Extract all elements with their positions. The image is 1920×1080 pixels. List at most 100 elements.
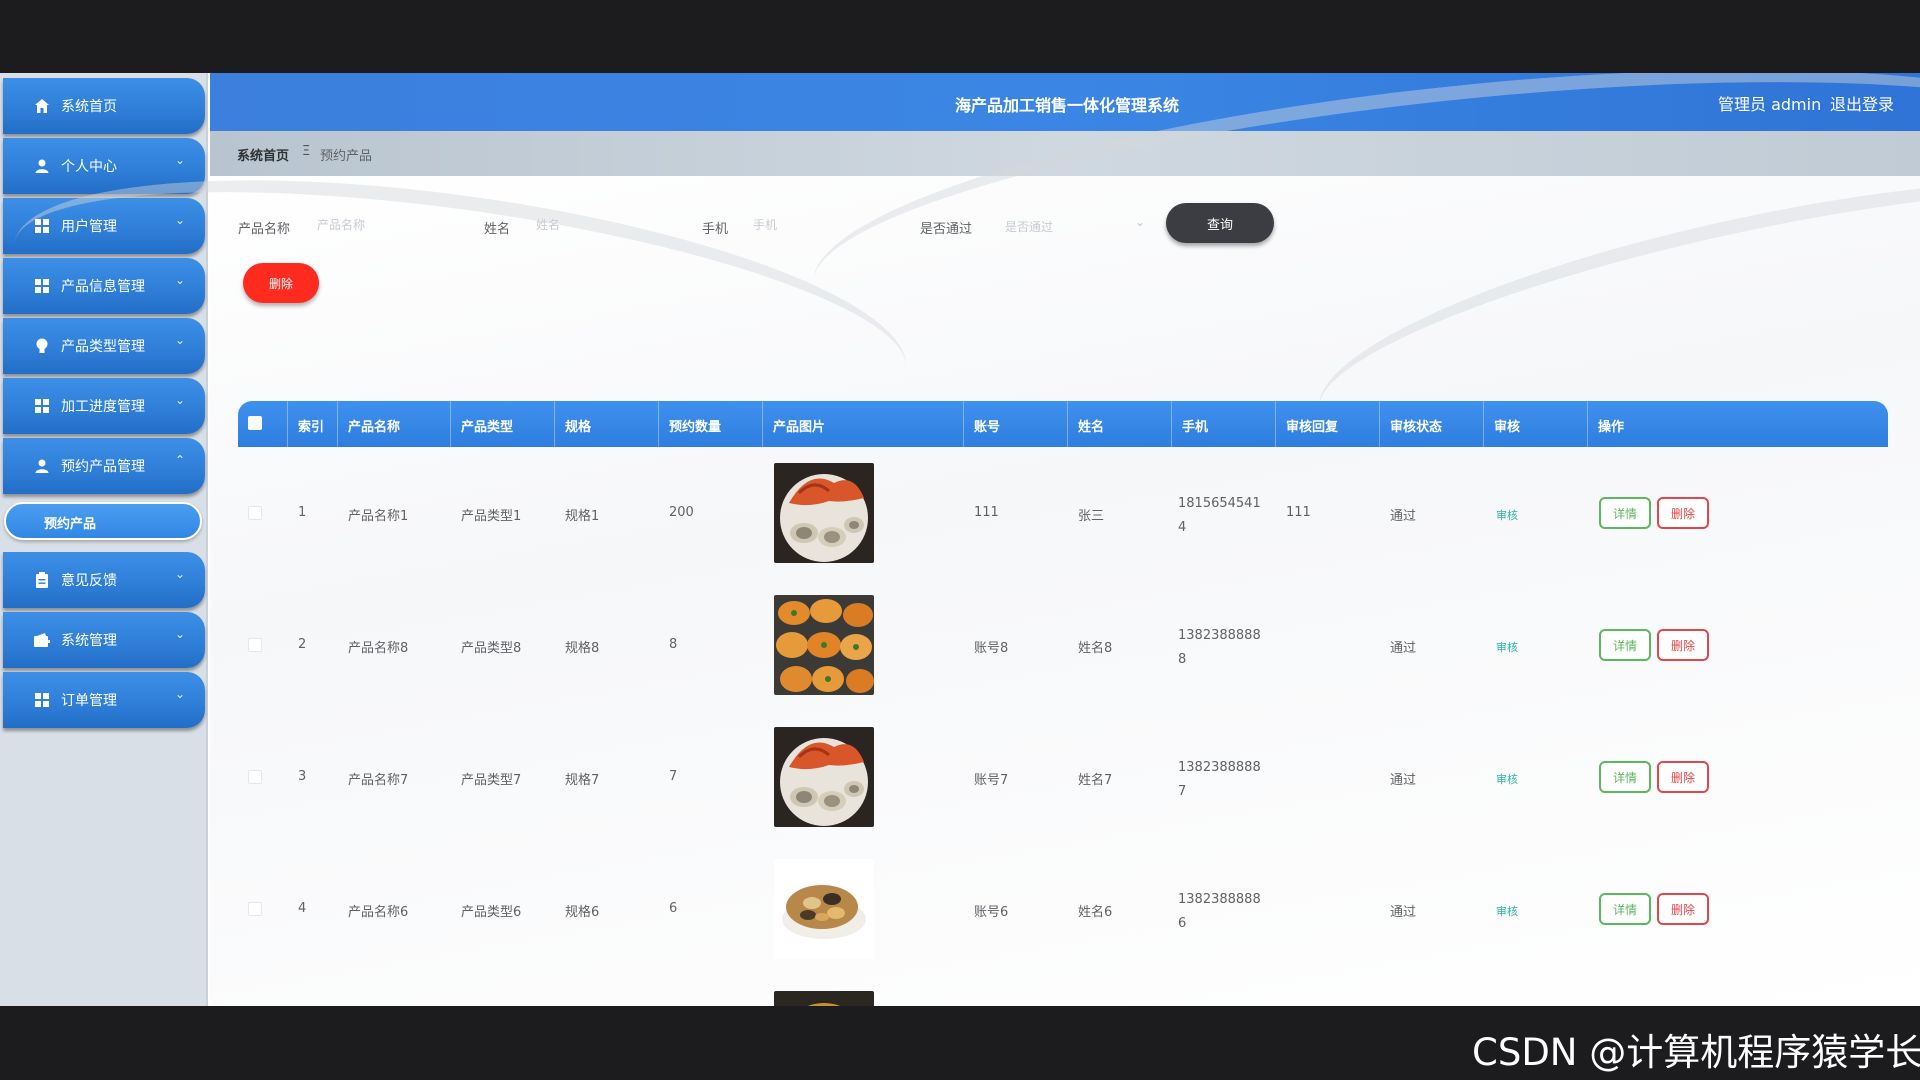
column-header: 账号	[964, 401, 1068, 447]
sidebar-item-label: 意见反馈	[61, 573, 117, 589]
column-header: 手机	[1172, 401, 1276, 447]
sidebar-item-reservation-management[interactable]: 预约产品管理 ⌃	[3, 438, 205, 494]
user-icon	[33, 157, 51, 175]
sidebar-subitem-label: 预约产品	[44, 517, 97, 532]
chevron-down-icon: ⌄	[175, 153, 186, 167]
query-button[interactable]: 查询	[1166, 203, 1274, 243]
cell-person-name: 姓名6	[1078, 905, 1113, 920]
row-checkbox[interactable]	[248, 770, 262, 784]
cell-quantity: 6	[669, 901, 678, 916]
audit-link[interactable]: 审核	[1496, 903, 1518, 919]
product-image	[774, 595, 874, 695]
cell-audit-reply: 111	[1286, 505, 1311, 520]
phone-input[interactable]	[751, 209, 891, 241]
breadcrumb-separator: Ξ	[302, 144, 311, 159]
cell-quantity: 8	[669, 637, 678, 652]
wallet-icon	[33, 631, 51, 649]
cell-spec: 规格1	[565, 509, 600, 524]
approved-label: 是否通过	[920, 222, 973, 237]
breadcrumb-home[interactable]: 系统首页	[237, 145, 289, 164]
detail-button[interactable]: 详情	[1599, 761, 1651, 793]
chevron-down-icon: ⌄	[175, 627, 186, 641]
watermark: CSDN @计算机程序猿学长	[1472, 1031, 1920, 1074]
table-row: 1 产品名称1 产品类型1 规格1 200 111 张三 18156545414 111 通过 审核…	[238, 447, 1888, 579]
row-delete-button[interactable]: 删除	[1657, 761, 1709, 793]
clipboard-icon	[33, 571, 51, 589]
column-header: 姓名	[1068, 401, 1172, 447]
cell-product-name: 产品名称6	[348, 905, 409, 920]
table-row: 5产品名称5产品类型5规格55账号5姓名513823888885通过审核详情删除	[238, 975, 1888, 1006]
column-header: 规格	[555, 401, 659, 447]
sidebar-item-feedback[interactable]: 意见反馈 ⌄	[3, 552, 205, 608]
breadcrumb-current: 预约产品	[320, 149, 373, 164]
sidebar-subitem-reserved-products[interactable]: 预约产品	[4, 502, 202, 540]
row-checkbox[interactable]	[248, 902, 262, 916]
cell-person-name: 姓名8	[1078, 641, 1113, 656]
cell-product-type: 产品类型6	[461, 905, 522, 920]
column-header: 审核回复	[1276, 401, 1380, 447]
sidebar-item-order-management[interactable]: 订单管理 ⌄	[3, 672, 205, 728]
product-image	[774, 991, 874, 1006]
column-header: 索引	[288, 401, 338, 447]
cell-audit-status: 通过	[1390, 773, 1417, 788]
cell-spec: 规格8	[565, 641, 600, 656]
product-name-input[interactable]	[315, 209, 455, 241]
row-delete-button[interactable]: 删除	[1657, 893, 1709, 925]
cell-product-type: 产品类型7	[461, 773, 522, 788]
row-delete-button[interactable]: 删除	[1657, 497, 1709, 529]
column-header: 产品类型	[451, 401, 555, 447]
product-name-label: 产品名称	[238, 222, 291, 237]
phone-label: 手机	[702, 222, 729, 237]
row-checkbox[interactable]	[248, 506, 262, 520]
approved-select[interactable]: 是否通过 ⌄	[1005, 209, 1155, 241]
table-row: 4 产品名称6 产品类型6 规格6 6 账号6 姓名6 13823888886 通过 审核 详情 删除	[238, 843, 1888, 975]
chevron-up-icon: ⌃	[175, 453, 186, 467]
cell-product-type: 产品类型1	[461, 509, 522, 524]
cell-index: 1	[298, 505, 307, 520]
cell-account: 111	[974, 505, 999, 520]
main-content: 产品名称 姓名 手机 是否通过 是否通过 ⌄ 查询 删除 索引 产品名称 产品类…	[0, 73, 1920, 1006]
cell-spec: 规格7	[565, 773, 600, 788]
column-header: 审核状态	[1380, 401, 1484, 447]
cell-account: 账号7	[974, 773, 1009, 788]
audit-link[interactable]: 审核	[1496, 771, 1518, 787]
column-header: 操作	[1598, 420, 1625, 435]
sidebar-item-processing-progress[interactable]: 加工进度管理 ⌄	[3, 378, 205, 434]
cell-phone: 13823888887	[1178, 760, 1261, 799]
row-delete-button[interactable]: 删除	[1657, 629, 1709, 661]
column-header: 预约数量	[659, 401, 763, 447]
audit-link[interactable]: 审核	[1496, 639, 1518, 655]
cell-spec: 规格6	[565, 905, 600, 920]
sidebar-item-home[interactable]: 系统首页	[3, 78, 205, 134]
cell-phone: 13823888888	[1178, 628, 1261, 667]
cell-account: 账号6	[974, 905, 1009, 920]
sidebar-item-system-management[interactable]: 系统管理 ⌄	[3, 612, 205, 668]
name-input[interactable]	[534, 209, 674, 241]
cell-quantity: 200	[669, 505, 694, 520]
sidebar-item-label: 预约产品管理	[61, 459, 145, 475]
detail-button[interactable]: 详情	[1599, 893, 1651, 925]
detail-button[interactable]: 详情	[1599, 497, 1651, 529]
cell-phone: 13823888886	[1178, 892, 1261, 931]
row-checkbox[interactable]	[248, 638, 262, 652]
batch-delete-button[interactable]: 删除	[243, 263, 319, 303]
grid-icon	[33, 691, 51, 709]
sidebar-item-label: 个人中心	[61, 159, 117, 175]
cell-product-name: 产品名称1	[348, 509, 409, 524]
chevron-down-icon: ⌄	[1135, 215, 1146, 229]
cell-person-name: 张三	[1078, 509, 1105, 524]
sidebar-item-label: 系统管理	[61, 633, 117, 649]
cell-product-name: 产品名称7	[348, 773, 409, 788]
header-select-all[interactable]	[238, 401, 288, 447]
select-all-checkbox[interactable]	[248, 416, 262, 430]
detail-button[interactable]: 详情	[1599, 629, 1651, 661]
bulb-icon	[33, 337, 51, 355]
product-image	[774, 727, 874, 827]
grid-icon	[33, 397, 51, 415]
app-window: 系统首页 个人中心 ⌄ 用户管理 ⌄ 产品信息管理 ⌄ 产品类型管理 ⌄ 加工进…	[0, 73, 1920, 1006]
audit-link[interactable]: 审核	[1496, 507, 1518, 523]
column-header: 产品名称	[338, 401, 451, 447]
cell-audit-status: 通过	[1390, 641, 1417, 656]
column-header: 审核	[1484, 401, 1588, 447]
sidebar-item-label: 加工进度管理	[61, 399, 145, 415]
